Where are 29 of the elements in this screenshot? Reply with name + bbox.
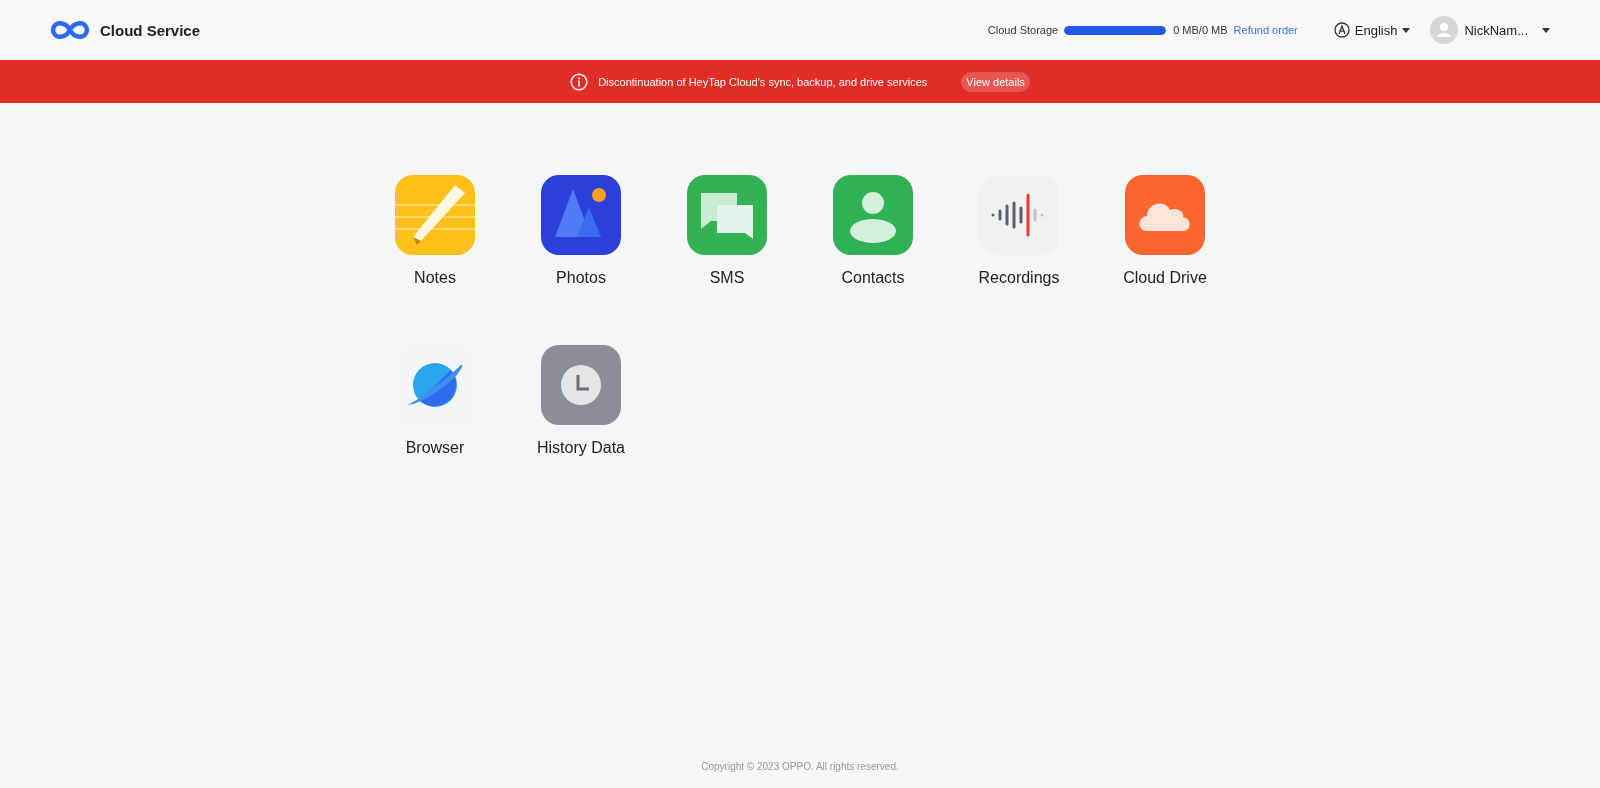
refund-link[interactable]: Refund order bbox=[1233, 24, 1298, 36]
app-tile[interactable]: Contacts bbox=[800, 175, 946, 287]
view-details-button[interactable]: View details bbox=[961, 71, 1030, 92]
app-tile[interactable]: History Data bbox=[508, 345, 654, 457]
avatar-icon bbox=[1430, 16, 1459, 44]
app-tile[interactable]: Browser bbox=[362, 345, 508, 457]
app-tile[interactable]: Cloud Drive bbox=[1092, 175, 1238, 287]
caret-icon bbox=[1402, 27, 1411, 33]
sound-wave-icon bbox=[979, 175, 1059, 255]
caret-icon bbox=[1542, 27, 1550, 33]
brand-name: Cloud Service bbox=[100, 21, 201, 39]
cloud-icon bbox=[1125, 175, 1205, 255]
app-tile[interactable]: Photos bbox=[508, 175, 654, 287]
info-icon bbox=[570, 72, 589, 91]
person-icon bbox=[833, 175, 913, 255]
storage-label: Cloud Storage bbox=[987, 24, 1059, 36]
language-icon bbox=[1333, 22, 1350, 38]
mountain-picture-icon bbox=[541, 175, 621, 255]
app-tile[interactable]: SMS bbox=[654, 175, 800, 287]
clock-icon bbox=[541, 345, 621, 425]
app-tile[interactable]: Recordings bbox=[946, 175, 1092, 287]
notice-text: Discontinuation of HeyTap Cloud's sync, backup, and drive services bbox=[598, 75, 928, 88]
language-selector[interactable]: English bbox=[1333, 22, 1411, 38]
copyright-text: Copyright © 2023 OPPO. All rights reserved. bbox=[700, 761, 900, 774]
notepad-icon bbox=[395, 175, 475, 255]
chat-bubbles-icon bbox=[687, 175, 767, 255]
storage-reading: 0 MB/0 MB bbox=[1173, 24, 1228, 36]
app-tile[interactable]: Notes bbox=[362, 175, 508, 287]
user-menu[interactable]: NickNam... bbox=[1430, 16, 1550, 44]
